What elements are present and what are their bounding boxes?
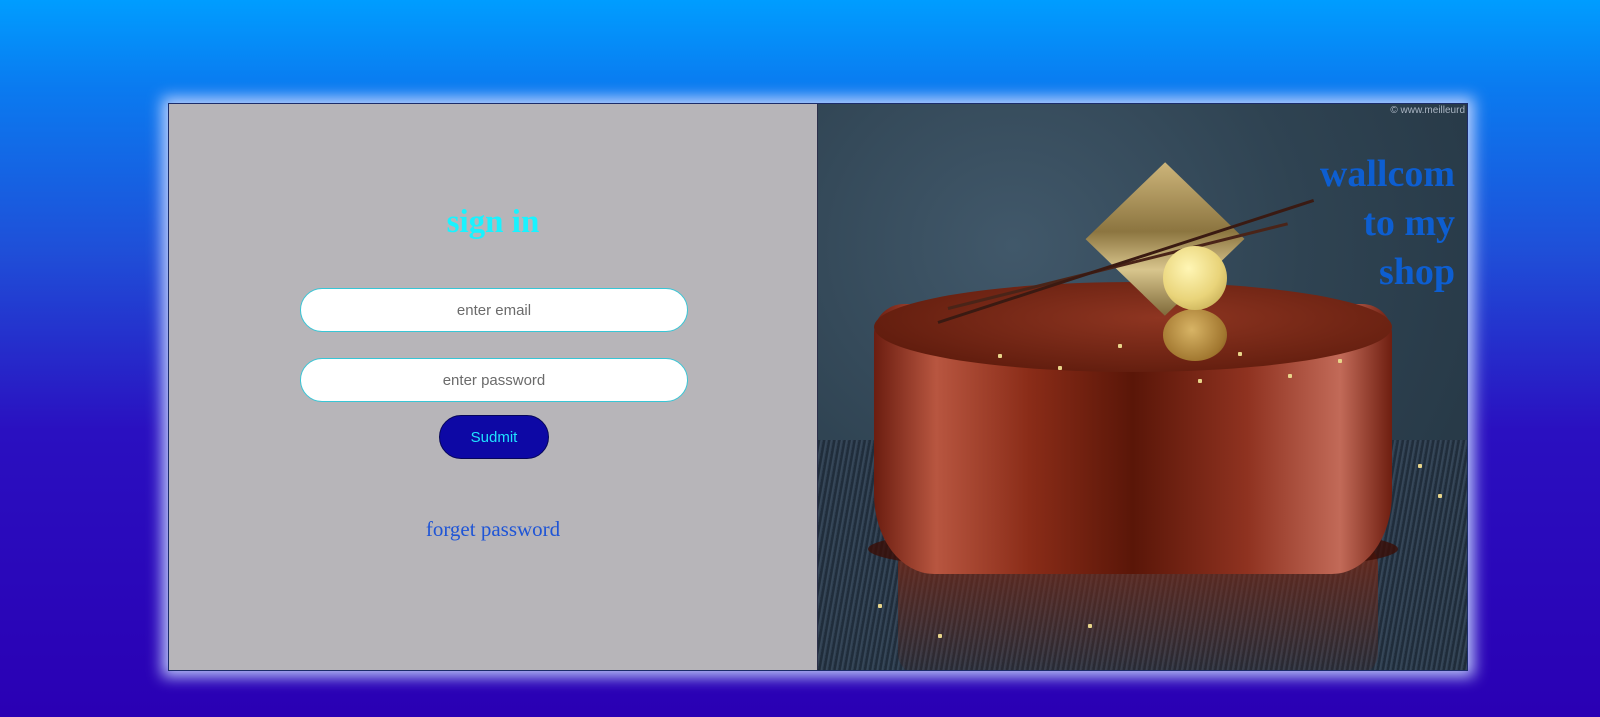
welcome-line: shop <box>1378 251 1455 293</box>
gold-sparkle <box>1198 379 1202 383</box>
gold-sparkle <box>998 354 1002 358</box>
gold-sparkle <box>878 604 882 608</box>
gold-sparkle <box>1058 366 1062 370</box>
gold-sparkle <box>1338 359 1342 363</box>
email-field[interactable] <box>300 288 688 332</box>
gold-sparkle <box>1088 624 1092 628</box>
gold-sparkle <box>938 634 942 638</box>
gold-sparkle <box>1238 352 1242 356</box>
image-copyright: © www.meilleurd <box>1390 105 1465 116</box>
macaron <box>1163 246 1227 310</box>
signin-title: sign in <box>446 204 540 240</box>
welcome-line: to my <box>1363 202 1455 244</box>
macaron-reflection <box>1163 309 1227 361</box>
gold-sparkle <box>1288 374 1292 378</box>
gold-sparkle <box>1438 494 1442 498</box>
password-field[interactable] <box>300 358 688 402</box>
page-background: { "signin": { "title": "sign in", "email… <box>0 0 1600 717</box>
gold-sparkle <box>1418 464 1422 468</box>
forget-password-link[interactable]: forget password <box>169 517 817 542</box>
submit-button[interactable]: Sudmit <box>439 415 549 459</box>
signin-panel: sign in Sudmit forget password <box>169 104 818 670</box>
welcome-line: wallcom <box>1319 153 1455 195</box>
hero-image: © www.meilleurd wallcom to my shop <box>818 104 1467 670</box>
welcome-heading: wallcom to my shop <box>1235 150 1455 297</box>
gold-sparkle <box>1118 344 1122 348</box>
login-card: sign in Sudmit forget password © www.mei… <box>168 103 1468 671</box>
